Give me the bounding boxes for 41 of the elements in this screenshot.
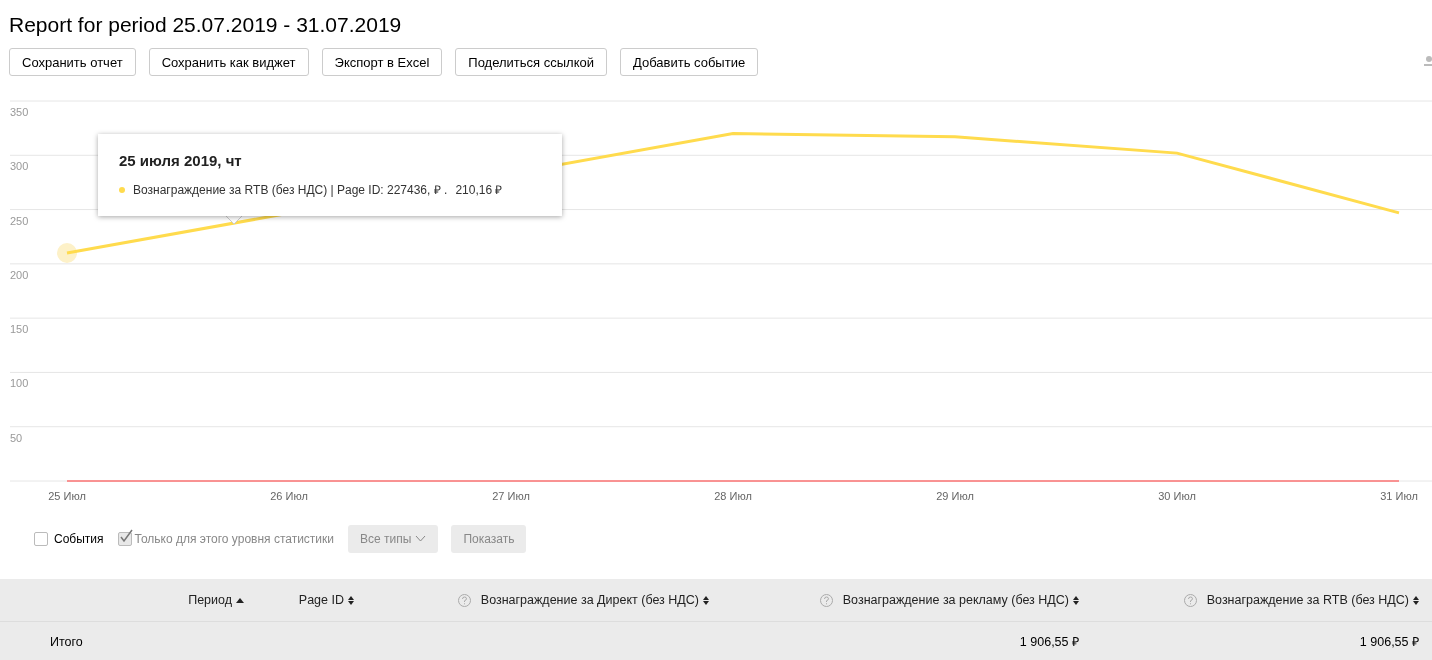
column-header[interactable]: Вознаграждение за рекламу (без НДС) bbox=[842, 593, 1069, 607]
sort-icon[interactable] bbox=[703, 595, 709, 605]
y-axis-label: 100 bbox=[10, 377, 29, 390]
tooltip-value: 210,16 ₽ bbox=[455, 182, 503, 198]
toolbar-button[interactable]: Добавить событие bbox=[620, 48, 759, 76]
column-header[interactable]: Период bbox=[188, 593, 232, 607]
table-cell-text: 1 906,55 ₽ bbox=[1018, 634, 1080, 650]
x-axis-label: 29 Июл bbox=[936, 490, 974, 502]
y-axis-label: 300 bbox=[10, 160, 29, 173]
toolbar-button[interactable]: Сохранить отчет bbox=[9, 48, 136, 76]
y-axis-label: 200 bbox=[10, 268, 29, 281]
checkbox-label: События bbox=[54, 532, 104, 546]
y-axis-label: 50 bbox=[10, 431, 23, 444]
x-axis-label: 26 Июл bbox=[270, 490, 308, 502]
total-label: Итого bbox=[49, 634, 84, 649]
column-header[interactable]: Page ID bbox=[298, 593, 344, 607]
tooltip-series: Вознаграждение за RTB (без НДС) | Page ID: 227436, ₽ . bbox=[133, 182, 448, 198]
sort-ascending-icon[interactable] bbox=[236, 597, 244, 603]
chevron-down-icon bbox=[415, 536, 427, 542]
x-axis-label: 27 Июл bbox=[492, 490, 530, 502]
report-title: Report for period 25.07.2019 - 31.07.2019 bbox=[8, 12, 403, 38]
table-cell-text: 1 906,55 ₽ bbox=[1358, 634, 1420, 650]
toolbar-button[interactable]: Поделиться ссылкой bbox=[455, 48, 607, 76]
y-axis-label: 150 bbox=[10, 323, 29, 336]
x-axis-label: 31 Июл bbox=[1380, 490, 1418, 502]
toolbar-button[interactable]: Сохранить как виджет bbox=[148, 48, 309, 76]
sort-icon[interactable] bbox=[1413, 595, 1419, 605]
checkbox-label: Только для этого уровня статистики bbox=[134, 532, 335, 546]
sort-icon[interactable] bbox=[1073, 595, 1079, 605]
column-header[interactable]: Вознаграждение за RTB (без НДС) bbox=[1206, 593, 1409, 607]
x-axis-label: 30 Июл bbox=[1158, 490, 1196, 502]
hover-point-marker bbox=[57, 243, 77, 263]
events-checkbox[interactable] bbox=[34, 532, 48, 546]
x-axis-label: 28 Июл bbox=[714, 490, 752, 502]
sort-icon[interactable] bbox=[348, 595, 354, 605]
toolbar-button[interactable]: Экспорт в Excel bbox=[321, 48, 443, 76]
y-axis-label: 250 bbox=[10, 214, 29, 227]
x-axis-label: 25 Июл bbox=[48, 490, 86, 502]
column-header[interactable]: Вознаграждение за Директ (без НДС) bbox=[480, 593, 699, 607]
tooltip-date: 25 июля 2019, чт bbox=[119, 152, 243, 169]
y-axis-label: 350 bbox=[10, 106, 29, 118]
